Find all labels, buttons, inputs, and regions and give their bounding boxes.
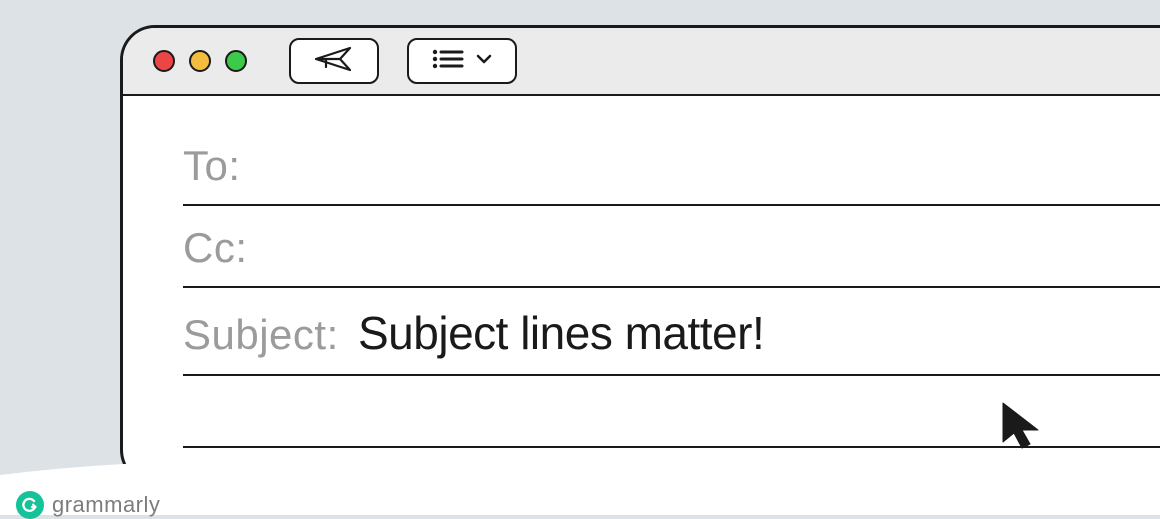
paper-plane-icon — [314, 45, 354, 78]
to-label: To: — [183, 142, 358, 190]
to-field-row[interactable]: To: — [183, 124, 1160, 206]
compose-window: To: Cc: Subject: Subject lines matter! — [120, 25, 1160, 485]
list-icon — [432, 48, 466, 75]
body-area[interactable] — [183, 376, 1160, 448]
brand-name: grammarly — [52, 492, 160, 518]
subject-value: Subject lines matter! — [358, 306, 764, 360]
chevron-down-icon — [476, 52, 492, 70]
compose-form: To: Cc: Subject: Subject lines matter! — [123, 96, 1160, 448]
close-button[interactable] — [153, 50, 175, 72]
maximize-button[interactable] — [225, 50, 247, 72]
cc-label: Cc: — [183, 224, 358, 272]
subject-field-row[interactable]: Subject: Subject lines matter! — [183, 288, 1160, 376]
send-button[interactable] — [289, 38, 379, 84]
format-list-button[interactable] — [407, 38, 517, 84]
cc-field-row[interactable]: Cc: — [183, 206, 1160, 288]
titlebar — [123, 28, 1160, 96]
minimize-button[interactable] — [189, 50, 211, 72]
subject-label: Subject: — [183, 311, 358, 359]
